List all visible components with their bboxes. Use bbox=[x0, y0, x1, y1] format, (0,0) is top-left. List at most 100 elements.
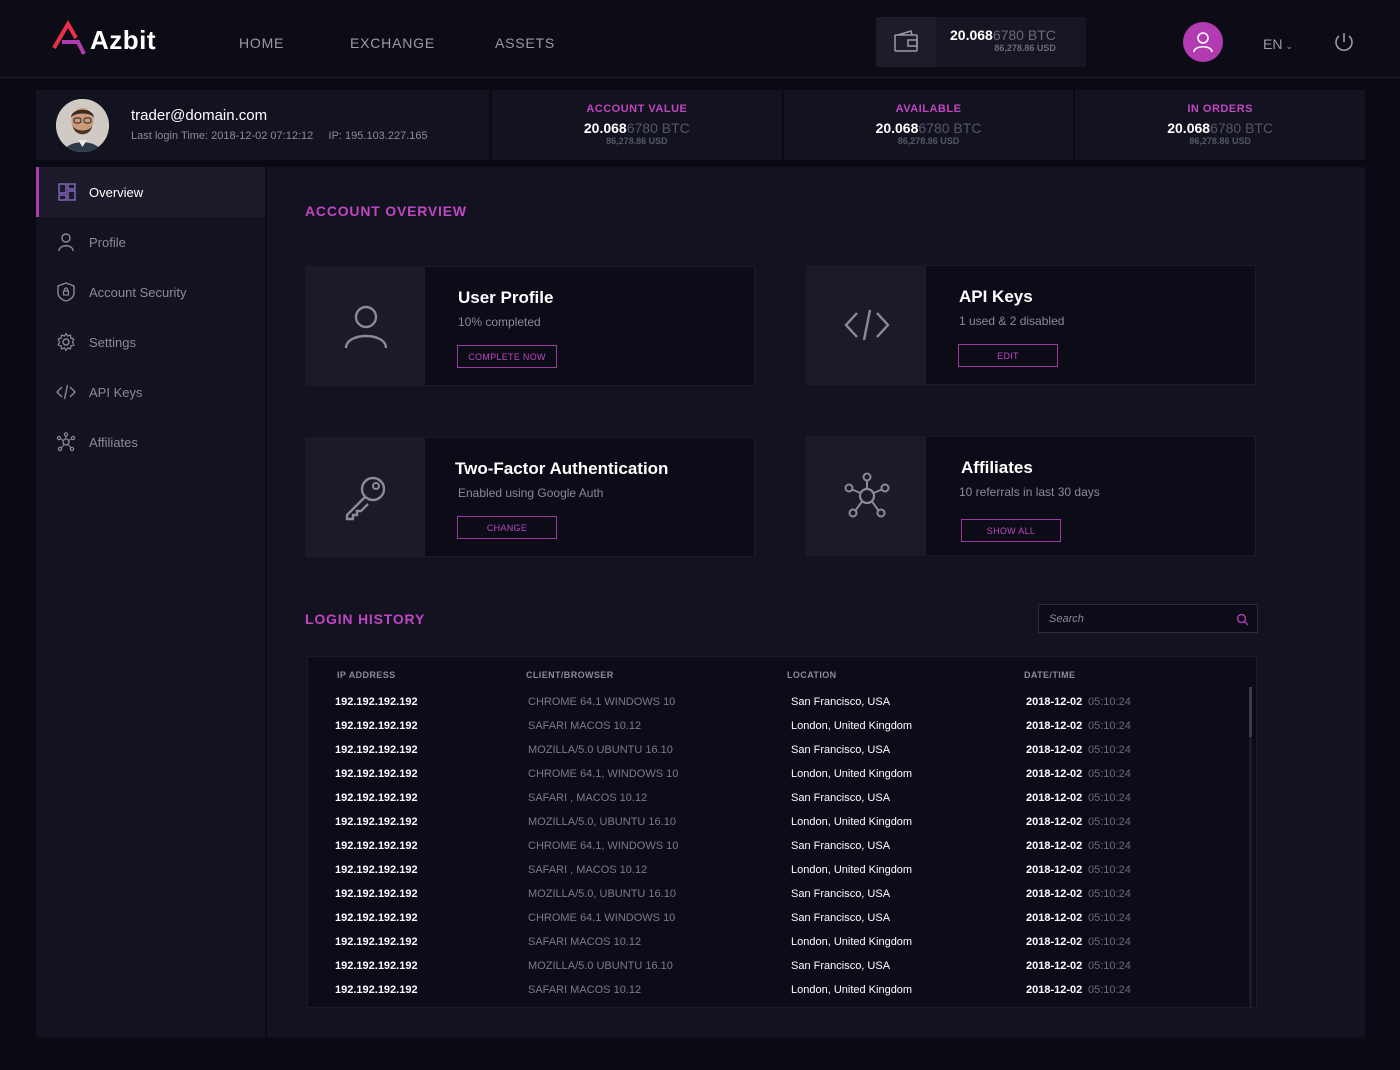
cell-location: San Francisco, USA bbox=[791, 744, 891, 756]
cell-location: San Francisco, USA bbox=[791, 696, 891, 708]
wallet-icon bbox=[876, 17, 936, 67]
table-row: 192.192.192.192 SAFARI , MACOS 10.12 San F… bbox=[308, 787, 1248, 811]
cell-date: 2018-12-02 bbox=[1026, 936, 1083, 948]
table-row: 192.192.192.192 MOZILLA/5.0 UBUNTU 16.10 S… bbox=[308, 955, 1248, 979]
change-2fa-button[interactable]: CHANGE bbox=[457, 516, 557, 539]
cell-ip: 192.192.192.192 bbox=[335, 888, 418, 900]
table-row: 192.192.192.192 SAFARI MACOS 10.12 London,… bbox=[308, 931, 1248, 955]
nav-home[interactable]: HOME bbox=[239, 35, 284, 51]
cell-ip: 192.192.192.192 bbox=[335, 984, 418, 996]
table-row: 192.192.192.192 MOZILLA/5.0 UBUNTU 16.10 S… bbox=[308, 739, 1248, 763]
card-subtitle: 10% completed bbox=[458, 315, 541, 329]
column-header-client: CLIENT/BROWSER bbox=[526, 670, 614, 680]
network-icon bbox=[807, 437, 926, 555]
azbit-logo[interactable]: Azbit bbox=[50, 20, 156, 60]
api-keys-card: API Keys 1 used & 2 disabled EDIT bbox=[806, 265, 1256, 385]
code-icon bbox=[56, 384, 76, 400]
gear-icon bbox=[57, 332, 75, 352]
table-row: 192.192.192.192 CHROME 64.1, WINDOWS 10 Lo… bbox=[308, 763, 1248, 787]
user-icon bbox=[306, 267, 425, 385]
cell-date: 2018-12-02 bbox=[1026, 744, 1083, 756]
complete-now-button[interactable]: COMPLETE NOW bbox=[457, 345, 557, 368]
sidebar-item-profile[interactable]: Profile bbox=[36, 217, 265, 267]
cell-time: 05:10:24 bbox=[1088, 744, 1131, 756]
cell-client: MOZILLA/5.0 UBUNTU 16.10 bbox=[528, 960, 673, 972]
azbit-logo-mark bbox=[52, 20, 86, 55]
cell-ip: 192.192.192.192 bbox=[335, 792, 418, 804]
cell-time: 05:10:24 bbox=[1088, 768, 1131, 780]
cell-date: 2018-12-02 bbox=[1026, 792, 1083, 804]
cell-ip: 192.192.192.192 bbox=[335, 912, 418, 924]
account-overview-title: ACCOUNT OVERVIEW bbox=[305, 203, 467, 219]
search-icon[interactable] bbox=[1236, 613, 1249, 626]
sidebar-item-label: Settings bbox=[89, 334, 136, 350]
cell-date: 2018-12-02 bbox=[1026, 816, 1083, 828]
table-row: 192.192.192.192 CHROME 64.1 WINDOWS 10 San… bbox=[308, 691, 1248, 715]
cell-client: CHROME 64.1 WINDOWS 10 bbox=[528, 912, 676, 924]
user-icon bbox=[1193, 32, 1213, 53]
cell-client: SAFARI MACOS 10.12 bbox=[528, 720, 642, 732]
nav-assets[interactable]: ASSETS bbox=[495, 35, 555, 51]
cell-client: SAFARI MACOS 10.12 bbox=[528, 936, 642, 948]
affiliates-card: Affiliates 10 referrals in last 30 days … bbox=[806, 436, 1256, 556]
cell-location: London, United Kingdom bbox=[791, 720, 913, 732]
cell-client: SAFARI , MACOS 10.12 bbox=[528, 792, 648, 804]
main-content: ACCOUNT OVERVIEW User Profile 10% comple… bbox=[267, 167, 1365, 1037]
cell-date: 2018-12-02 bbox=[1026, 912, 1083, 924]
show-all-affiliates-button[interactable]: SHOW ALL bbox=[961, 519, 1061, 542]
wallet-usd: 86,278.86 USD bbox=[994, 43, 1056, 53]
language-selector[interactable]: EN ⌄ bbox=[1263, 36, 1293, 52]
table-scrollbar[interactable] bbox=[1249, 687, 1252, 1007]
cell-client: SAFARI MACOS 10.12 bbox=[528, 984, 642, 996]
sidebar-item-overview[interactable]: Overview bbox=[36, 167, 265, 217]
dashboard-icon bbox=[58, 183, 76, 201]
account-avatar-button[interactable] bbox=[1183, 22, 1223, 62]
cell-client: SAFARI , MACOS 10.12 bbox=[528, 864, 648, 876]
table-row: 192.192.192.192 CHROME 64.1 WINDOWS 10 San… bbox=[308, 907, 1248, 931]
avatar bbox=[56, 99, 109, 152]
table-row: 192.192.192.192 SAFARI MACOS 10.12 London,… bbox=[308, 979, 1248, 1003]
cell-location: San Francisco, USA bbox=[791, 960, 891, 972]
cell-location: London, United Kingdom bbox=[791, 936, 913, 948]
sidebar: Overview Profile Account Security Settin… bbox=[36, 167, 266, 1037]
table-row: 192.192.192.192 SAFARI MACOS 10.12 London,… bbox=[308, 715, 1248, 739]
cell-time: 05:10:24 bbox=[1088, 864, 1131, 876]
column-header-ip: IP ADDRESS bbox=[337, 670, 396, 680]
table-row: 192.192.192.192 MOZILLA/5.0, UBUNTU 16.10… bbox=[308, 883, 1248, 907]
sidebar-item-api-keys[interactable]: API Keys bbox=[36, 367, 265, 417]
key-icon bbox=[306, 438, 425, 556]
card-subtitle: Enabled using Google Auth bbox=[458, 486, 604, 500]
power-icon[interactable] bbox=[1333, 31, 1355, 53]
login-history-title: LOGIN HISTORY bbox=[305, 611, 426, 627]
stat-available: AVAILABLE 20.0686780 BTC 86,278.86 USD bbox=[781, 90, 1074, 160]
edit-api-keys-button[interactable]: EDIT bbox=[958, 344, 1058, 367]
code-icon bbox=[807, 266, 926, 384]
scrollbar-thumb[interactable] bbox=[1249, 687, 1252, 737]
cell-time: 05:10:24 bbox=[1088, 840, 1131, 852]
cell-time: 05:10:24 bbox=[1088, 888, 1131, 900]
cell-date: 2018-12-02 bbox=[1026, 840, 1083, 852]
cell-date: 2018-12-02 bbox=[1026, 696, 1083, 708]
cell-time: 05:10:24 bbox=[1088, 696, 1131, 708]
cell-time: 05:10:24 bbox=[1088, 792, 1131, 804]
network-icon bbox=[56, 432, 76, 452]
cell-date: 2018-12-02 bbox=[1026, 984, 1083, 996]
sidebar-item-label: Account Security bbox=[89, 284, 187, 300]
sidebar-item-settings[interactable]: Settings bbox=[36, 317, 265, 367]
sidebar-item-label: Affiliates bbox=[89, 434, 138, 450]
search-input[interactable] bbox=[1049, 611, 1229, 627]
sidebar-item-account-security[interactable]: Account Security bbox=[36, 267, 265, 317]
table-row: 192.192.192.192 MOZILLA/5.0, UBUNTU 16.10… bbox=[308, 811, 1248, 835]
sidebar-item-label: Profile bbox=[89, 234, 126, 250]
cell-date: 2018-12-02 bbox=[1026, 768, 1083, 780]
account-summary-strip: trader@domain.com Last login Time: 2018-… bbox=[36, 90, 1365, 160]
sidebar-item-label: API Keys bbox=[89, 384, 143, 400]
wallet-balance[interactable]: 20.0686780 BTC 86,278.86 USD bbox=[876, 17, 1086, 67]
brand-name: Azbit bbox=[90, 24, 157, 55]
nav-exchange[interactable]: EXCHANGE bbox=[350, 35, 435, 51]
cell-location: London, United Kingdom bbox=[791, 768, 913, 780]
cell-time: 05:10:24 bbox=[1088, 960, 1131, 972]
cell-date: 2018-12-02 bbox=[1026, 864, 1083, 876]
sidebar-item-affiliates[interactable]: Affiliates bbox=[36, 417, 265, 467]
user-icon bbox=[58, 233, 74, 252]
